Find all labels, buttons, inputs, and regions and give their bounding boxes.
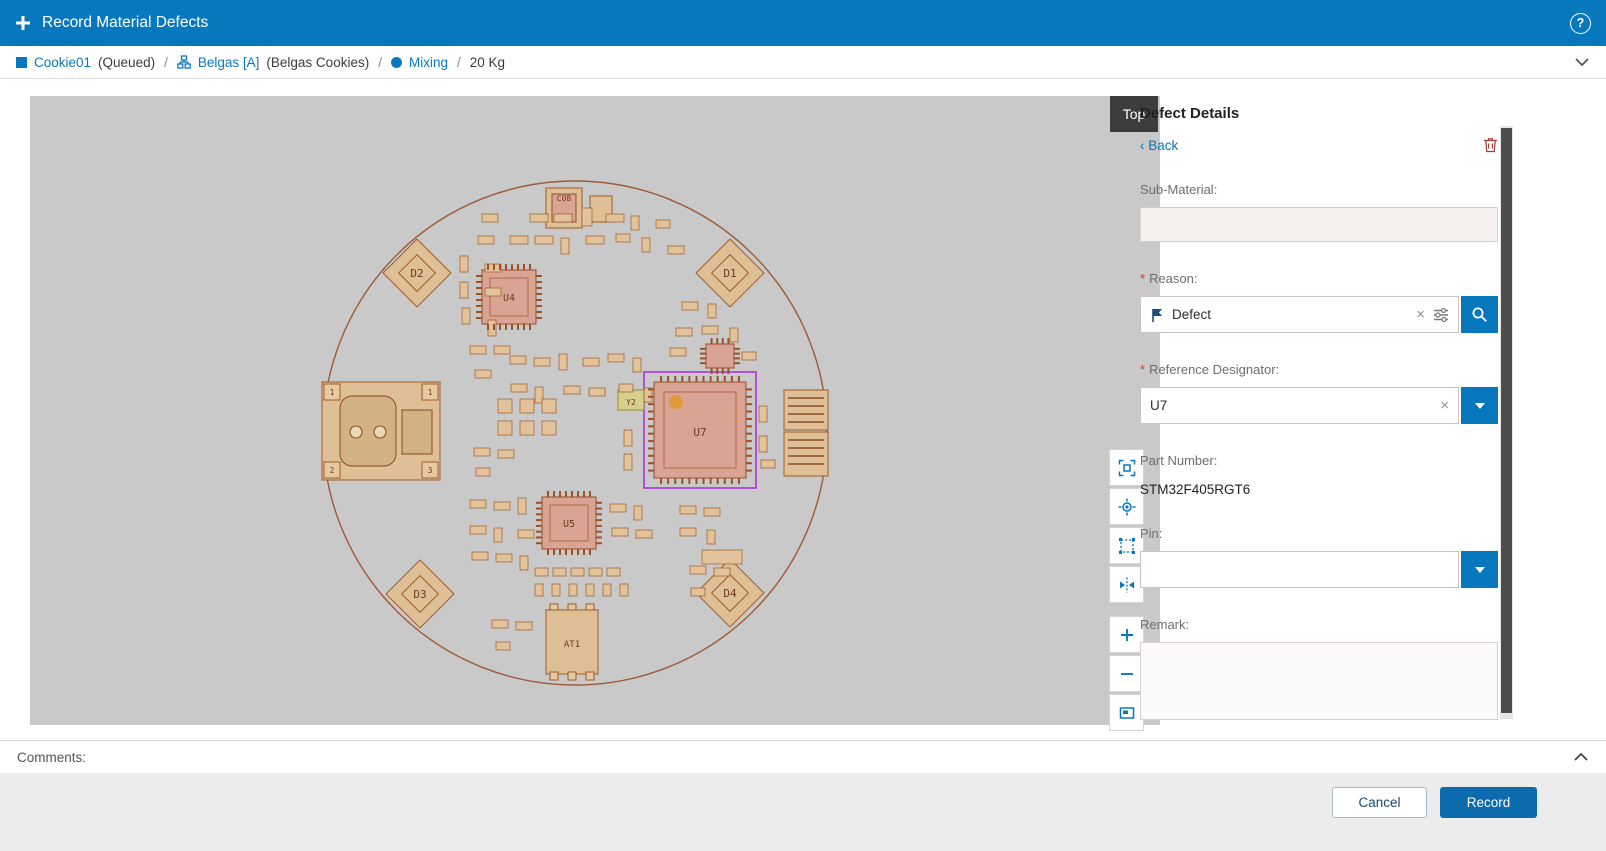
material-icon	[16, 57, 27, 68]
mirror-icon	[1118, 576, 1136, 594]
breadcrumb-material[interactable]: Cookie01	[34, 55, 91, 70]
comments-bar: Comments:	[0, 740, 1606, 773]
pin-field[interactable]	[1140, 551, 1459, 588]
fit-view-button[interactable]	[1109, 449, 1144, 486]
comments-label: Comments:	[17, 750, 86, 765]
part-number-value: STM32F405RGT6	[1140, 482, 1498, 497]
breadcrumb-separator: /	[378, 55, 382, 70]
clear-icon[interactable]: ×	[1416, 307, 1425, 322]
defect-details-panel: Defect Details ‹ Back Sub-Material: *Rea…	[1140, 105, 1498, 725]
pcb-connector-left	[322, 382, 440, 480]
main-area: D2D1D3D4U4U7U5AT1Y2C081123 Top	[0, 79, 1606, 740]
pcb-label: U7	[693, 426, 706, 439]
sub-material-label: Sub-Material:	[1140, 182, 1498, 197]
flow-icon	[177, 55, 191, 69]
step-icon	[391, 57, 402, 68]
reference-designator-value: U7	[1150, 398, 1167, 413]
pcb-board[interactable]: D2 D1 D3 D4 U4 U7 U5 AT1 Y2 C08 1 1 2 3	[30, 96, 1160, 725]
zoom-out-button[interactable]	[1109, 655, 1144, 692]
pin-dropdown-button[interactable]	[1461, 551, 1498, 588]
caret-down-icon	[1475, 567, 1485, 573]
breadcrumb-separator: /	[457, 55, 461, 70]
fit-view-icon	[1118, 459, 1136, 477]
search-icon	[1471, 306, 1488, 323]
breadcrumb-material-state: (Queued)	[98, 55, 155, 70]
footer-actions: Cancel Record	[0, 773, 1606, 851]
pcb-label: D3	[413, 588, 426, 601]
reference-designator-field[interactable]: U7 ×	[1140, 387, 1459, 424]
reason-search-button[interactable]	[1461, 296, 1498, 333]
breadcrumb-step[interactable]: Mixing	[409, 55, 448, 70]
remark-label: Remark:	[1140, 617, 1498, 632]
zoom-in-button[interactable]	[1109, 616, 1144, 653]
record-material-defects-window: Record Material Defects ? Cookie01 (Queu…	[0, 0, 1606, 851]
chevron-up-icon	[1573, 752, 1589, 762]
part-number-label: Part Number:	[1140, 453, 1498, 468]
record-button[interactable]: Record	[1440, 787, 1537, 818]
chevron-left-icon: ‹	[1140, 138, 1145, 153]
header: Record Material Defects ?	[0, 0, 1606, 46]
comments-collapse-button[interactable]	[1573, 752, 1589, 762]
flag-icon	[1150, 307, 1164, 323]
chevron-down-icon	[1574, 57, 1590, 67]
pcb-label: 1	[330, 388, 335, 397]
caret-down-icon	[1475, 403, 1485, 409]
pcb-label: 3	[428, 466, 433, 475]
pcb-label: 1	[428, 388, 433, 397]
zoom-window-icon	[1118, 704, 1136, 722]
pcb-label: U5	[563, 519, 575, 530]
pcb-viewer[interactable]: D2D1D3D4U4U7U5AT1Y2C081123 Top	[30, 96, 1160, 725]
breadcrumb: Cookie01 (Queued) / Belgas [A] (Belgas C…	[0, 46, 1606, 79]
clear-icon[interactable]: ×	[1440, 398, 1449, 413]
pcb-connector-right	[784, 390, 828, 476]
plus-icon	[15, 15, 31, 31]
pcb-label: AT1	[564, 640, 580, 650]
vertical-scrollbar[interactable]	[1500, 126, 1513, 719]
reason-field[interactable]: Defect ×	[1140, 296, 1459, 333]
pcb-label: Y2	[626, 398, 636, 407]
breadcrumb-flow[interactable]: Belgas [A]	[198, 55, 260, 70]
remark-textarea[interactable]	[1140, 642, 1498, 720]
delete-trash-icon[interactable]	[1483, 137, 1498, 153]
pcb-label: D4	[723, 587, 737, 600]
help-icon[interactable]: ?	[1570, 13, 1591, 34]
mirror-flip-button[interactable]	[1109, 566, 1144, 603]
crosshair-icon	[1118, 498, 1136, 516]
page-title: Record Material Defects	[42, 14, 208, 32]
options-sliders-icon[interactable]	[1433, 307, 1449, 323]
required-marker: *	[1140, 271, 1145, 286]
pcb-label: C08	[557, 194, 572, 203]
required-marker: *	[1140, 362, 1145, 377]
center-target-button[interactable]	[1109, 488, 1144, 525]
back-link[interactable]: ‹ Back	[1140, 138, 1178, 153]
collapse-breadcrumb-button[interactable]	[1574, 57, 1590, 67]
pcb-label: D1	[723, 267, 736, 280]
scrollbar-thumb[interactable]	[1501, 128, 1512, 713]
breadcrumb-quantity: 20 Kg	[470, 55, 505, 70]
breadcrumb-separator: /	[164, 55, 168, 70]
reference-designator-label: *Reference Designator:	[1140, 362, 1498, 377]
zoom-window-button[interactable]	[1109, 694, 1144, 731]
breadcrumb-flow-desc: (Belgas Cookies)	[266, 55, 369, 70]
pin-label: Pin:	[1140, 526, 1498, 541]
zoom-in-icon	[1118, 626, 1136, 644]
panel-title: Defect Details	[1140, 105, 1498, 122]
back-label: Back	[1148, 138, 1178, 153]
viewer-toolbar	[1109, 449, 1144, 733]
region-select-button[interactable]	[1109, 527, 1144, 564]
reason-label: *Reason:	[1140, 271, 1498, 286]
pin1-marker	[669, 395, 683, 409]
reference-designator-dropdown-button[interactable]	[1461, 387, 1498, 424]
reason-value: Defect	[1172, 307, 1211, 322]
pcb-ic-boot	[706, 344, 734, 368]
pcb-label: U4	[503, 293, 515, 304]
sub-material-input[interactable]	[1140, 207, 1498, 242]
pcb-label: 2	[330, 466, 335, 475]
pcb-label: D2	[410, 267, 423, 280]
region-select-icon	[1118, 537, 1136, 555]
zoom-out-icon	[1118, 665, 1136, 683]
cancel-button[interactable]: Cancel	[1332, 787, 1427, 818]
